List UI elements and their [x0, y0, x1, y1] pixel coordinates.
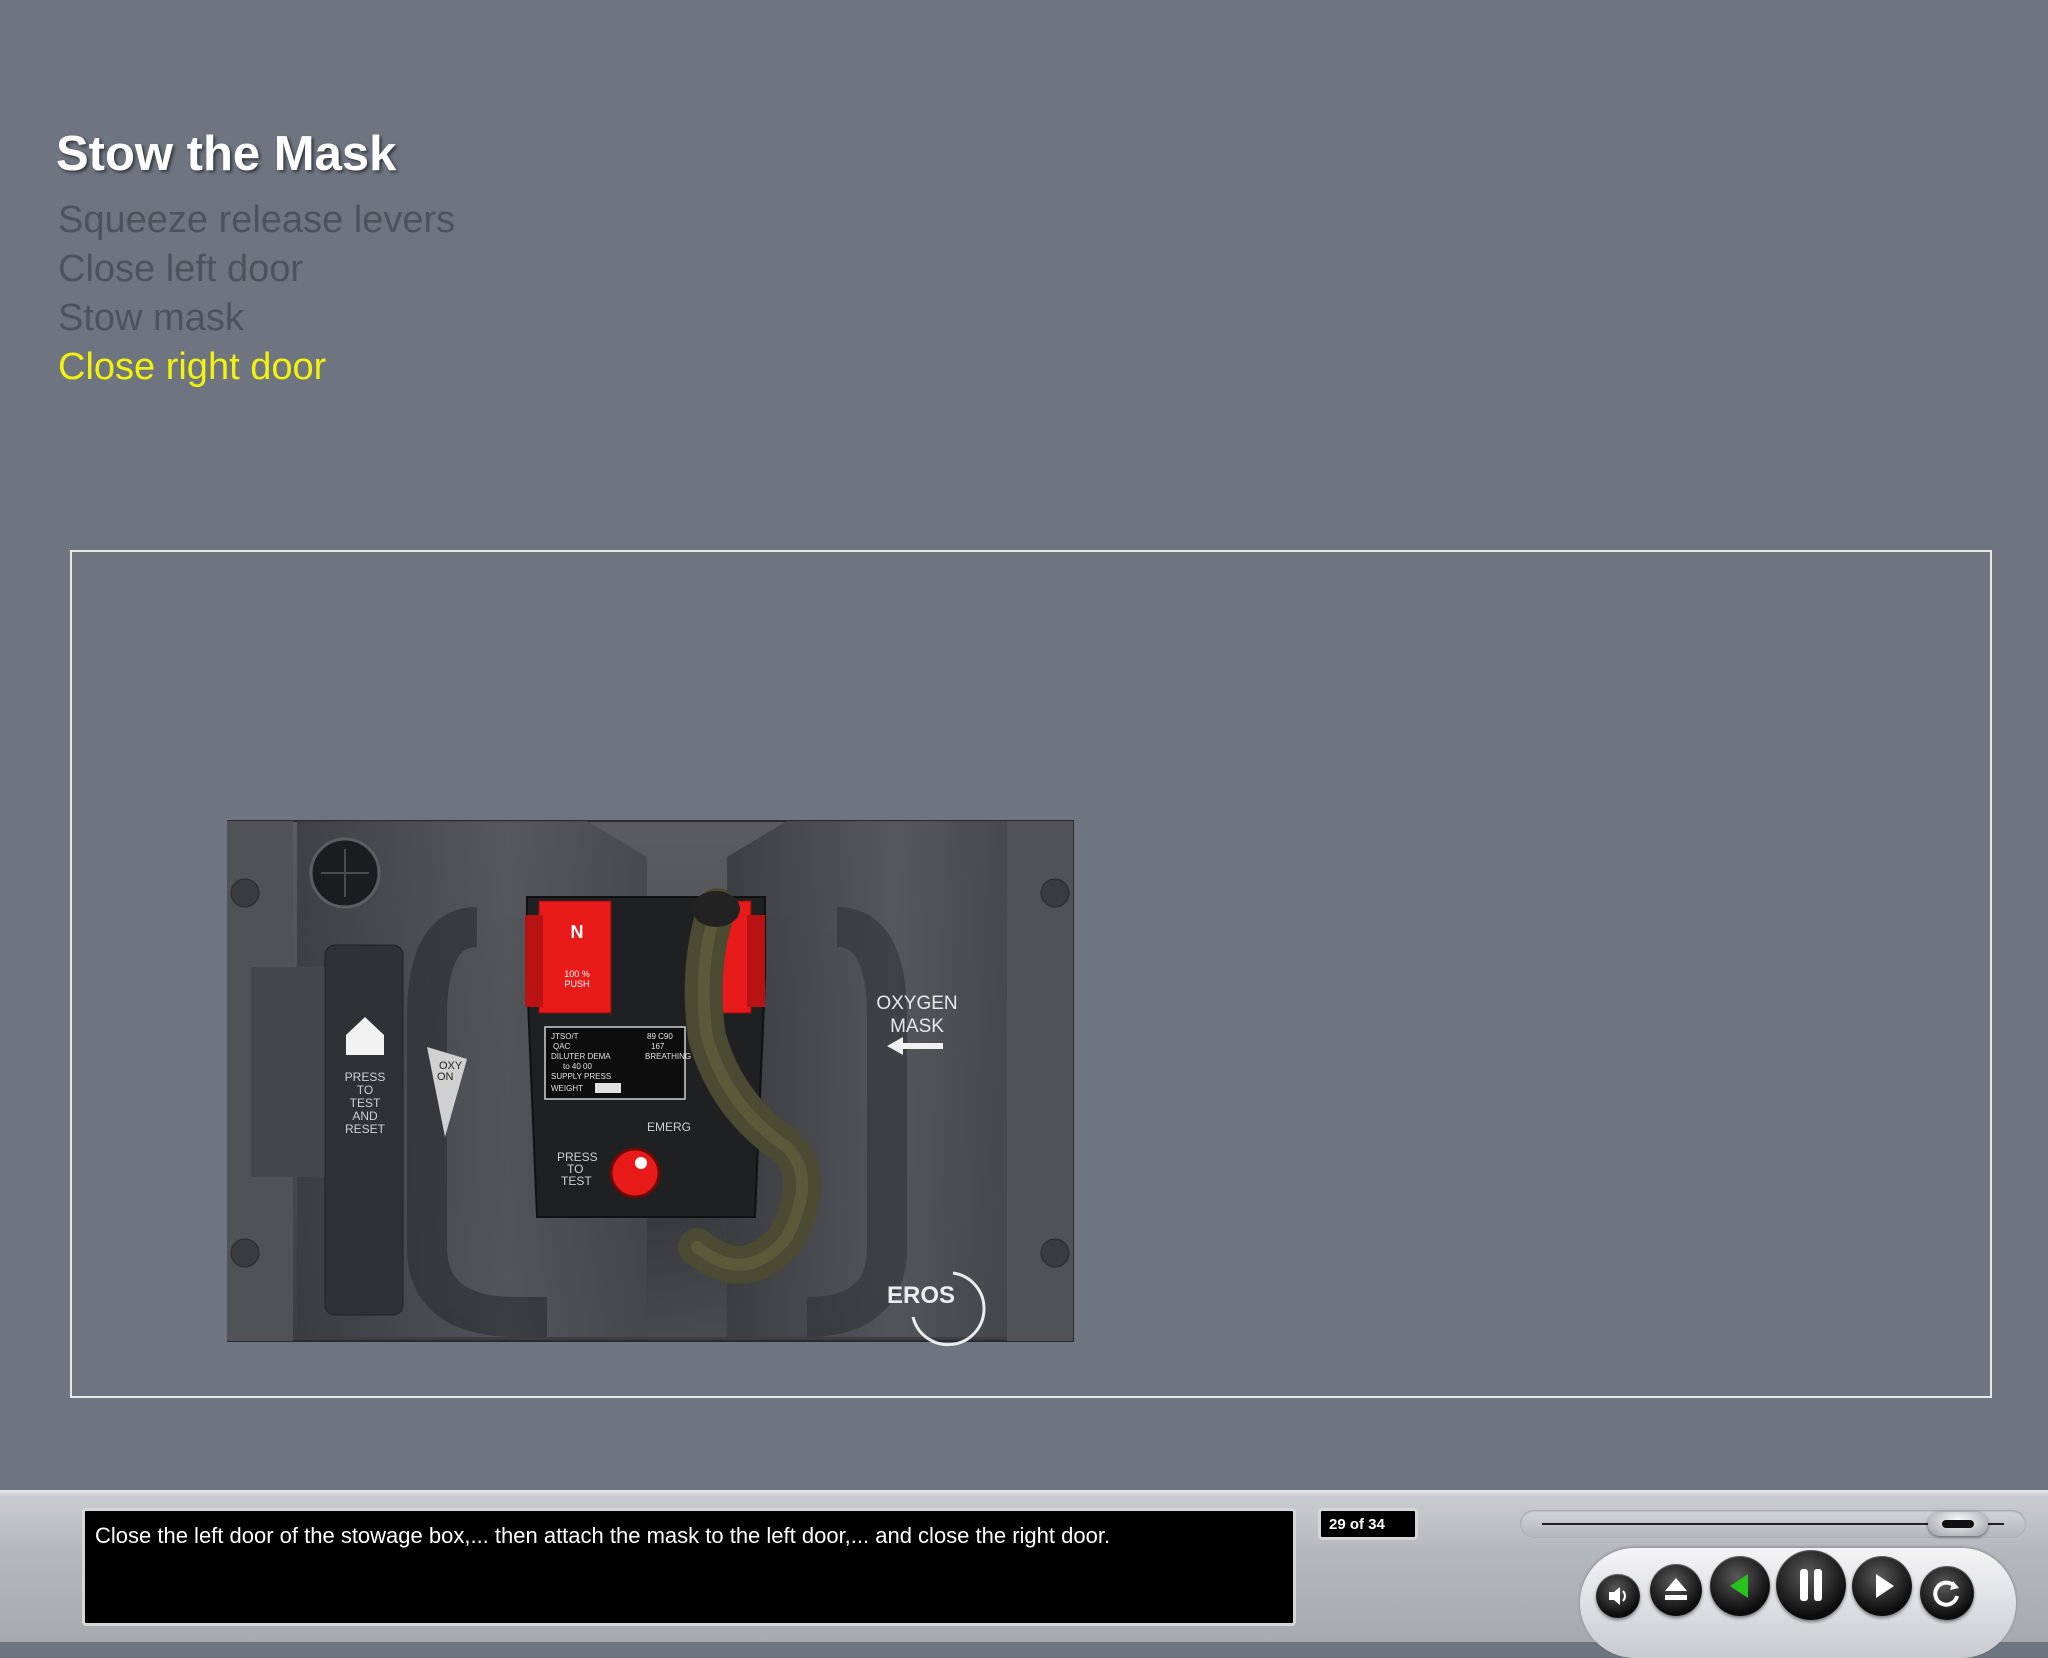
svg-text:100 %PUSH: 100 % PUSH: [564, 969, 590, 989]
pause-icon: [1800, 1569, 1822, 1601]
step-list: Squeeze release levers Close left door S…: [58, 196, 455, 392]
page-title: Stow the Mask: [56, 127, 397, 181]
replay-icon: [1933, 1580, 1959, 1607]
back-button[interactable]: [1710, 1556, 1770, 1616]
pause-button[interactable]: [1776, 1550, 1846, 1620]
step-close-left-door: Close left door: [58, 248, 304, 290]
play-icon: [1876, 1574, 1894, 1598]
svg-text:N: N: [571, 922, 584, 942]
svg-text:EROS: EROS: [887, 1282, 955, 1309]
back-icon: [1730, 1574, 1748, 1598]
svg-text:OXYGEN: OXYGEN: [876, 993, 957, 1014]
illustration-frame: PRESS TO TEST AND RESET OXY ON N 100 % PUSH JT…: [70, 550, 1992, 1398]
replay-button[interactable]: [1920, 1566, 1974, 1620]
progress-slider[interactable]: [1520, 1510, 2026, 1538]
narration-caption: Close the left door of the stowage box,.…: [82, 1508, 1296, 1626]
svg-text:MASK: MASK: [890, 1016, 944, 1037]
page-counter: 29 of 34: [1318, 1508, 1418, 1540]
volume-button[interactable]: [1596, 1574, 1640, 1618]
progress-thumb[interactable]: [1928, 1512, 1988, 1536]
svg-text:EMERG: EMERG: [647, 1120, 691, 1134]
eject-icon: [1665, 1578, 1687, 1600]
step-squeeze-release-levers: Squeeze release levers: [58, 199, 456, 241]
eject-button[interactable]: [1650, 1564, 1702, 1616]
oxygen-mask-stowage-box-illustration: PRESS TO TEST AND RESET OXY ON N 100 % PUSH JT…: [227, 820, 1074, 1347]
volume-icon: [1609, 1587, 1626, 1605]
step-stow-mask: Stow mask: [58, 297, 244, 339]
press-to-test-and-reset-label: PRESS TO TEST AND RESET: [345, 1070, 386, 1136]
play-button[interactable]: [1852, 1556, 1912, 1616]
step-close-right-door: Close right door: [58, 346, 327, 388]
